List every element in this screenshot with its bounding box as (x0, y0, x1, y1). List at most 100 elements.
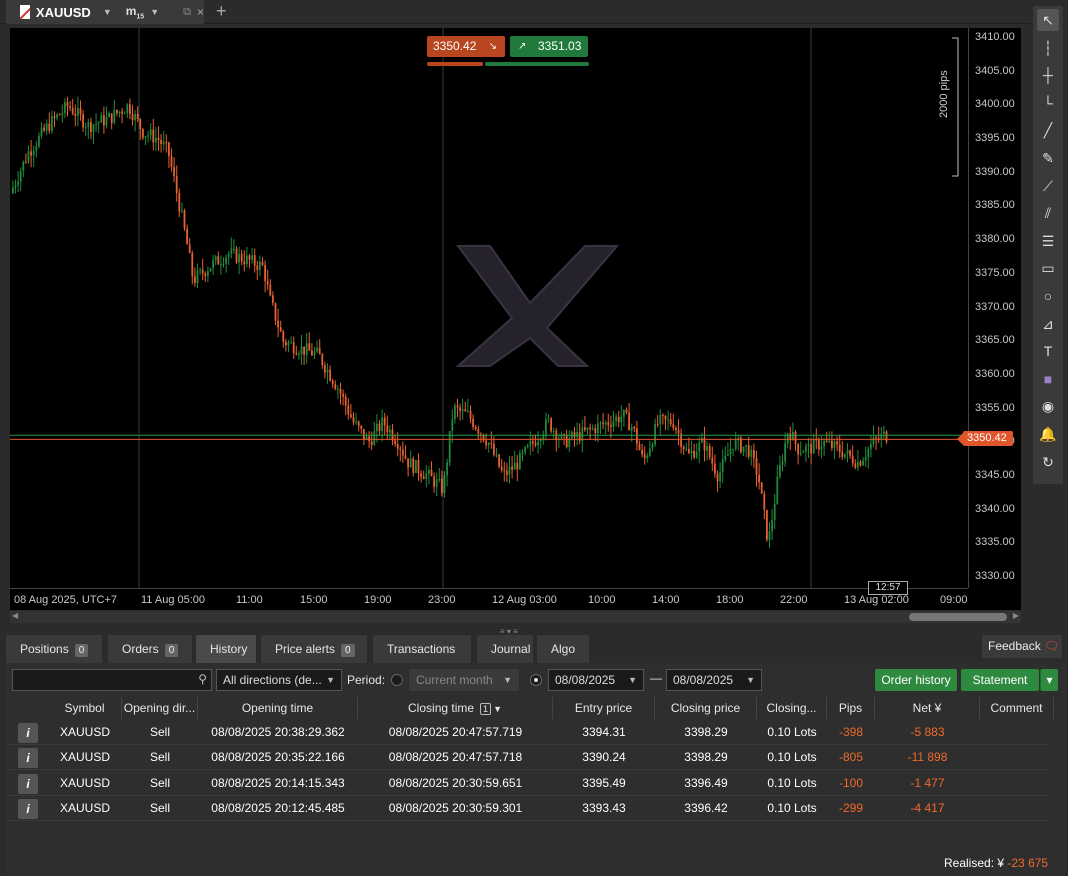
column-header[interactable]: Closing time 1 ▼ (358, 697, 553, 719)
table-row[interactable]: i XAUUSD Sell 08/08/2025 20:35:22.166 08/08/… (6, 745, 1050, 771)
color-swatch-icon[interactable]: ■ (1037, 368, 1059, 390)
timeframe-dropdown-icon[interactable]: ▼ (150, 7, 159, 17)
crosshair-vertical-icon[interactable]: ┆ (1037, 37, 1059, 59)
scroll-right-icon[interactable]: ▶ (1013, 611, 1019, 620)
candle-body (766, 509, 768, 540)
column-header[interactable]: Closing price (655, 697, 757, 719)
directions-select[interactable]: All directions (de... ▼ (216, 669, 342, 691)
feedback-button[interactable]: Feedback 🗨 (982, 635, 1062, 658)
tab-journal[interactable]: Journal (477, 635, 533, 663)
chevron-down-icon: ▼ (503, 675, 512, 685)
candle-body (623, 409, 625, 417)
replay-icon[interactable]: ↻ (1037, 451, 1059, 473)
tab-price-alerts[interactable]: Price alerts 0 (261, 635, 367, 663)
column-header[interactable]: Entry price (553, 697, 655, 719)
cursor-icon[interactable]: ↖ (1037, 9, 1059, 31)
fibonacci-icon[interactable]: ☰ (1037, 230, 1059, 252)
camera-icon[interactable]: ◉ (1037, 395, 1059, 417)
candle-body (443, 475, 446, 493)
close-tab-icon[interactable]: × (197, 5, 204, 19)
search-icon[interactable]: ⚲ (198, 672, 207, 686)
candle-body (758, 474, 760, 483)
price-chart[interactable]: 3410.00 3405.00 3400.00 3395.00 3390.00 3385.… (10, 28, 1021, 610)
candle-body (677, 430, 680, 434)
table-row[interactable]: i XAUUSD Sell 08/08/2025 20:12:45.485 08/08/… (6, 796, 1050, 821)
column-header[interactable]: Opening dir... (122, 697, 198, 719)
column-header[interactable]: Comment (980, 697, 1054, 719)
crosshair-icon[interactable]: ┼ (1037, 64, 1059, 86)
add-tab-icon[interactable]: + (216, 1, 227, 22)
symbol-name[interactable]: XAUUSD (36, 5, 91, 20)
trendline-icon[interactable]: ╱ (1037, 119, 1059, 141)
scrollbar-thumb[interactable] (909, 613, 1007, 621)
fan-icon[interactable]: ⟋ (1037, 175, 1059, 197)
candle-body (396, 444, 399, 449)
candle-body (376, 423, 378, 432)
info-icon[interactable]: i (18, 798, 38, 819)
candle-body (459, 407, 461, 411)
chevron-down-icon: ▼ (746, 675, 755, 685)
sell-button[interactable]: 3350.42 ↘ (427, 36, 505, 57)
candlestick-plot[interactable] (10, 28, 968, 588)
order-history-button[interactable]: Order history (875, 669, 957, 691)
chart-horizontal-scrollbar[interactable]: ◀ ▶ (10, 611, 1021, 623)
timeframe-selector[interactable]: m15 (126, 4, 144, 20)
symbol-dropdown-icon[interactable]: ▼ (103, 7, 112, 17)
bell-icon[interactable]: 🔔 (1037, 423, 1059, 445)
candle-body (550, 418, 552, 432)
candle-body (19, 170, 22, 182)
history-panel: ⚲ All directions (de... ▼ Period: Current… (6, 663, 1066, 876)
candle-body (383, 417, 386, 426)
current-month-select[interactable]: Current month ▼ (409, 669, 519, 691)
time-tick-label: 11:00 (236, 594, 263, 606)
period-radio-month[interactable] (391, 674, 403, 686)
statement-dropdown-icon[interactable]: ▾ (1040, 669, 1058, 691)
tab-orders[interactable]: Orders 0 (108, 635, 192, 663)
pen-icon[interactable]: ✎ (1037, 147, 1059, 169)
pitchfork-icon[interactable]: ⫽ (1037, 202, 1059, 224)
info-icon[interactable]: i (18, 748, 38, 769)
candle-body (474, 426, 477, 430)
buy-button[interactable]: ↗ 3351.03 (510, 36, 588, 57)
column-header[interactable]: Net ¥ (875, 697, 980, 719)
column-header[interactable]: Closing... (757, 697, 827, 719)
column-header[interactable]: Pips (827, 697, 875, 719)
search-input[interactable]: ⚲ (12, 669, 212, 691)
candle-body (823, 440, 825, 447)
table-row[interactable]: i XAUUSD Sell 08/08/2025 20:14:15.343 08/08/… (6, 771, 1050, 796)
table-row[interactable]: i XAUUSD Sell 08/08/2025 20:38:29.362 08/08/… (6, 720, 1050, 745)
table-vertical-scrollbar[interactable] (1054, 693, 1064, 873)
tab-positions[interactable]: Positions 0 (6, 635, 102, 663)
info-icon[interactable]: i (18, 773, 38, 794)
candle-body (753, 449, 755, 459)
tab-history[interactable]: History (196, 635, 256, 663)
price-axis[interactable]: 3410.00 3405.00 3400.00 3395.00 3390.00 3385.… (968, 28, 1021, 588)
info-icon[interactable]: i (18, 723, 38, 743)
rectangle-icon[interactable]: ▭ (1037, 257, 1059, 279)
chart-tab-xauusd[interactable]: XAUUSD ▼ m15 ▼ ⧉ × (6, 0, 204, 24)
candle-body (246, 255, 248, 265)
column-header[interactable]: Symbol (48, 697, 122, 719)
column-header[interactable]: Opening time (198, 697, 358, 719)
date-from-field[interactable]: 08/08/2025 ▼ (548, 669, 644, 691)
axis-icon[interactable]: └ (1037, 92, 1059, 114)
tab-transactions[interactable]: Transactions (373, 635, 471, 663)
cell-entry: 3393.43 (582, 800, 626, 815)
circle-icon[interactable]: ○ (1037, 285, 1059, 307)
detach-icon[interactable]: ⧉ (183, 6, 191, 19)
candle-body (61, 112, 64, 115)
time-axis[interactable]: 08 Aug 2025, UTC+7 11 Aug 05:00 11:00 15:00… (10, 588, 968, 610)
period-label: Period: (347, 673, 386, 687)
tab-algo[interactable]: Algo (537, 635, 589, 663)
candle-body (430, 469, 433, 477)
realised-total: Realised: ¥ -23 675 (944, 856, 1048, 870)
period-radio-range[interactable] (530, 674, 542, 686)
candle-body (799, 452, 802, 455)
candle-body (659, 414, 662, 425)
statement-button[interactable]: Statement (961, 669, 1039, 691)
date-to-field[interactable]: 08/08/2025 ▼ (666, 669, 762, 691)
scroll-left-icon[interactable]: ◀ (12, 611, 18, 620)
channel-icon[interactable]: ⊿ (1037, 313, 1059, 335)
candle-body (183, 210, 186, 229)
text-icon[interactable]: T (1037, 340, 1059, 362)
